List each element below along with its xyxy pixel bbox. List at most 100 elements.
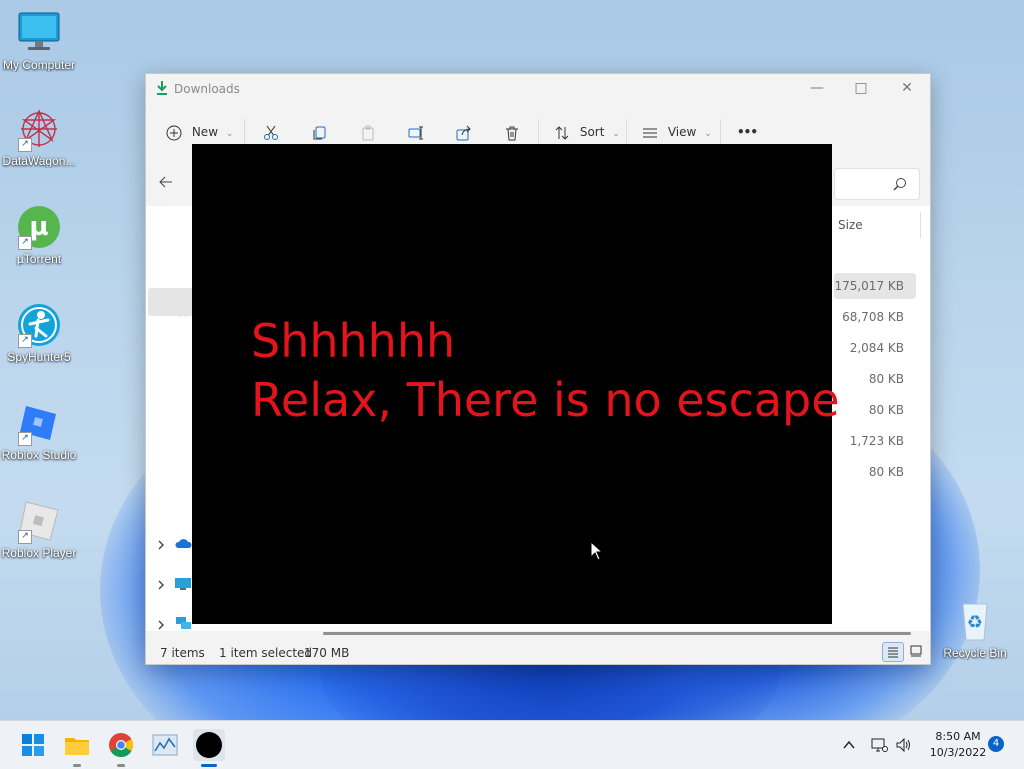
share-button[interactable] (456, 122, 472, 142)
download-icon (157, 81, 167, 95)
horizontal-scrollbar[interactable] (323, 632, 911, 635)
view-button[interactable]: View ⌄ (642, 122, 712, 142)
paste-button[interactable] (360, 122, 376, 142)
sort-icon (555, 125, 569, 140)
cut-button[interactable] (263, 122, 279, 142)
show-hidden-icons-button[interactable] (842, 721, 856, 769)
overlay-message-line-1: Shhhhhh (251, 314, 456, 368)
tiles-view-button[interactable] (906, 642, 926, 660)
roblox-studio-icon: ↗ (16, 400, 62, 446)
delete-button[interactable] (504, 122, 520, 142)
shortcut-arrow-icon: ↗ (18, 530, 32, 544)
desktop-icon-datawagon[interactable]: ↗ DataWagon... (0, 106, 81, 168)
speaker-icon (896, 737, 910, 753)
start-button[interactable] (17, 729, 49, 761)
shortcut-arrow-icon: ↗ (18, 138, 32, 152)
ransom-overlay-window[interactable]: Shhhhhh Relax, There is no escape (192, 144, 840, 624)
more-options-button[interactable]: ••• (737, 122, 758, 142)
column-header-size[interactable]: Size (838, 218, 863, 232)
active-indicator (201, 764, 217, 767)
minimize-button[interactable]: — (794, 74, 840, 104)
details-view-button[interactable] (882, 642, 904, 662)
desktop-icon-roblox-studio[interactable]: ↗ Roblox Studio (0, 400, 81, 462)
toolbar-divider (538, 119, 539, 145)
roblox-player-icon: ↗ (16, 498, 62, 544)
chevron-down-icon: ⌄ (612, 129, 620, 139)
view-list-icon (643, 128, 657, 137)
monitor-icon (16, 10, 62, 56)
column-divider (920, 212, 921, 238)
desktop-icon-spyhunter[interactable]: ↗ SpyHunter5 (0, 302, 81, 364)
sort-button[interactable]: Sort ⌄ (554, 122, 620, 142)
overlay-message-line-2: Relax, There is no escape (251, 373, 840, 427)
toolbar-divider (626, 119, 627, 145)
shortcut-arrow-icon: ↗ (18, 334, 32, 348)
file-size-cell[interactable]: 80 KB (834, 397, 916, 423)
network-icon (174, 616, 192, 633)
file-size-cell[interactable]: 175,017 KB (834, 273, 916, 299)
network-icon (871, 738, 888, 752)
task-manager-icon (152, 734, 178, 756)
taskbar: 8:50 AM 10/3/2022 (0, 720, 1024, 769)
status-bar: 7 items 1 item selected 170 MB (146, 638, 930, 664)
black-circle-app-icon (196, 732, 222, 758)
shortcut-arrow-icon: ↗ (18, 432, 32, 446)
back-arrow-icon[interactable] (158, 174, 174, 193)
chevron-right-icon[interactable] (156, 579, 166, 593)
navigation-pane: ★ (146, 206, 196, 631)
copy-button[interactable] (312, 122, 328, 142)
maximize-button[interactable]: □ (838, 74, 884, 104)
file-size-cell[interactable]: 68,708 KB (834, 304, 916, 330)
svg-text:µ: µ (29, 212, 48, 242)
details-view-icon (888, 647, 898, 658)
this-pc-icon (174, 577, 192, 594)
chevron-right-icon[interactable] (156, 619, 166, 633)
search-icon (893, 178, 906, 191)
mouse-cursor-icon (590, 541, 604, 561)
tiles-view-icon (910, 645, 922, 657)
network-status-button[interactable] (870, 721, 888, 769)
new-button[interactable]: New ⌄ (166, 122, 233, 142)
scissors-icon (264, 125, 278, 140)
taskbar-file-explorer[interactable] (61, 729, 93, 767)
rename-icon (408, 126, 423, 139)
window-title: Downloads (174, 82, 240, 96)
file-size-cell[interactable]: 80 KB (834, 459, 916, 485)
clock-date: 10/3/2022 (929, 746, 987, 759)
running-indicator (73, 764, 81, 767)
items-count: 7 items (160, 646, 205, 660)
chevron-right-icon[interactable] (156, 539, 166, 553)
taskbar-task-manager[interactable] (149, 729, 181, 761)
nav-item-selected[interactable] (148, 288, 196, 316)
desktop-icon-utorrent[interactable]: µ ↗ µTorrent (0, 204, 81, 266)
desktop-icon-recycle-bin[interactable]: ♻ Recycle Bin (933, 598, 1017, 660)
desktop-icon-my-computer[interactable]: My Computer (0, 10, 81, 72)
taskbar-active-app[interactable] (193, 729, 225, 767)
taskbar-chrome[interactable] (105, 729, 137, 767)
clipboard-icon (362, 125, 374, 140)
share-icon (456, 125, 471, 140)
selection-status: 1 item selected (219, 646, 313, 660)
notification-badge[interactable]: 4 (988, 736, 1004, 752)
chevron-down-icon: ⌄ (704, 129, 712, 139)
file-size-cell[interactable]: 1,723 KB (834, 428, 916, 454)
rename-button[interactable] (408, 122, 424, 142)
file-size-cell[interactable]: 2,084 KB (834, 335, 916, 361)
chevron-up-icon (843, 740, 855, 749)
window-titlebar[interactable]: Downloads — □ ✕ (146, 74, 930, 104)
close-button[interactable]: ✕ (884, 74, 930, 104)
windows-start-icon (22, 734, 44, 756)
selection-size: 170 MB (304, 646, 350, 660)
toolbar-divider (244, 119, 245, 145)
copy-icon (313, 126, 326, 139)
trash-icon (506, 126, 518, 140)
desktop-icon-roblox-player[interactable]: ↗ Roblox Player (0, 498, 81, 560)
datawagon-icon: ↗ (16, 106, 62, 152)
chrome-icon (109, 733, 134, 758)
search-input[interactable] (834, 168, 920, 200)
file-explorer-icon (65, 738, 89, 755)
utorrent-icon: µ ↗ (16, 204, 62, 250)
volume-button[interactable] (895, 721, 913, 769)
file-size-cell[interactable]: 80 KB (834, 366, 916, 392)
recycle-bin-icon: ♻ (952, 598, 998, 644)
